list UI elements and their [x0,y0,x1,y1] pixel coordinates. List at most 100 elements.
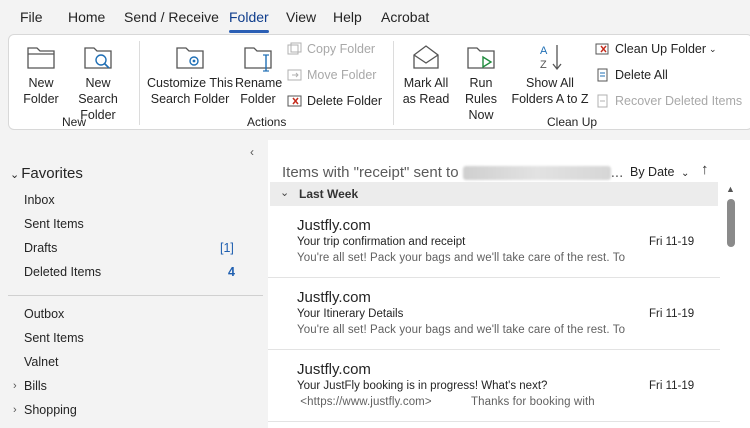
rename-folder-button[interactable]: Rename Folder [235,41,283,107]
group-header-last-week[interactable]: ⌄ Last Week [270,182,718,206]
new-folder-button[interactable]: New Folder [19,41,63,107]
delete-all-button[interactable]: Delete All [595,66,668,84]
rename-label-1: Rename [235,76,283,90]
ribbon-separator [393,41,394,125]
menu-acrobat[interactable]: Acrobat [381,9,429,25]
nav-item-bills[interactable]: Bills [24,379,47,393]
nav-item-outbox[interactable]: Outbox [24,307,64,321]
header-prefix: Items with "receipt" sent to [282,164,459,181]
group-label: Last Week [299,187,359,201]
redacted-email [462,166,611,181]
scroll-thumb[interactable] [727,199,735,247]
nav-item-shopping[interactable]: Shopping [24,403,77,417]
favorites-header[interactable]: ⌄ Favorites [10,165,83,182]
new-folder-label-1: New [28,76,54,90]
message-subject: Your Itinerary Details [297,308,404,320]
clean-up-folder-label: Clean Up Folder [615,42,707,56]
message-preview: You're all set! Pack your bags and we'll… [297,252,626,264]
message-date: Fri 11-19 [649,308,695,320]
chevron-right-icon[interactable]: › [13,404,17,416]
group-label-actions: Actions [247,115,287,129]
menu-file[interactable]: File [20,9,43,25]
nav-item-inbox[interactable]: Inbox [24,193,55,207]
open-envelope-icon [413,45,439,69]
nav-divider [8,295,263,296]
mark-all-label-2: as Read [402,92,450,106]
message-item[interactable]: Justfly.com Your trip confirmation and r… [268,206,720,278]
menu-folder[interactable]: Folder [229,9,269,25]
chevron-right-icon[interactable]: › [13,380,17,392]
message-sender: Justfly.com [297,361,371,378]
nav-item-drafts[interactable]: Drafts [24,241,57,255]
rename-label-2: Folder [240,92,276,106]
message-subject: Your JustFly booking is in progress! Wha… [297,380,548,392]
folder-gear-icon [176,47,204,69]
menu-home[interactable]: Home [68,9,105,25]
message-item[interactable]: Justfly.com Your JustFly booking is in p… [268,350,720,422]
message-list: Items with "receipt" sent to ... By Date… [268,140,750,428]
move-folder-icon [287,69,302,81]
sort-az-icon: AZ [540,45,562,71]
chevron-down-icon: ⌄ [680,168,690,179]
copy-folder-icon [287,42,302,55]
run-rules-label-1: Run Rules [465,76,497,106]
row-divider [268,421,720,422]
svg-text:Z: Z [540,59,547,71]
chevron-down-icon: ⌄ [280,187,290,199]
delete-folder-icon [287,95,302,107]
message-sender: Justfly.com [297,289,371,306]
mark-all-label-1: Mark All [403,76,449,90]
menu-help[interactable]: Help [333,9,362,25]
sort-dropdown[interactable]: By Date ⌄ [630,165,689,179]
message-date: Fri 11-19 [649,380,695,392]
folder-pane: ‹ ⌄ Favorites Inbox Sent Items Drafts [1]… [0,140,267,428]
customize-label-2: Search Folder [150,92,230,106]
delete-folder-button[interactable]: Delete Folder [287,92,382,110]
run-rules-icon [467,47,495,69]
message-preview: <https://www.justfly.com> Thanks for boo… [297,396,595,408]
sort-direction-icon[interactable]: ↑ [701,161,709,178]
sort-label: By Date [630,165,675,179]
group-label-clean-up: Clean Up [547,115,598,129]
message-date: Fri 11-19 [649,236,695,248]
favorites-label: Favorites [21,165,83,182]
scroll-up-icon[interactable]: ▲ [726,184,735,194]
rename-folder-icon [244,47,272,72]
menu-send-receive[interactable]: Send / Receive [124,9,219,25]
menu-view[interactable]: View [286,9,316,25]
nav-item-deleted-items[interactable]: Deleted Items [24,265,101,279]
run-rules-now-button[interactable]: Run Rules Now [453,41,509,123]
message-preview: You're all set! Pack your bags and we'll… [297,324,626,336]
menu-bar: File Home Send / Receive Folder View Hel… [0,0,750,34]
collapse-pane-icon[interactable]: ‹ [250,145,254,159]
customize-label-1: Customize This [147,76,233,90]
message-list-scrollbar[interactable]: ▲ [726,184,736,428]
chevron-down-icon: ⌄ [709,43,717,54]
customize-search-folder-button[interactable]: Customize This Search Folder [147,41,233,107]
ribbon-separator [139,41,140,125]
message-item[interactable]: Justfly.com Your Itinerary Details Fri 1… [268,278,720,350]
group-label-new: New [62,115,87,129]
svg-text:A: A [540,45,548,57]
mark-all-read-button[interactable]: Mark All as Read [401,41,451,107]
move-folder-button[interactable]: Move Folder [287,66,376,84]
nav-item-valnet[interactable]: Valnet [24,355,59,369]
copy-folder-button[interactable]: Copy Folder [287,40,375,58]
header-suffix: ... [610,164,624,181]
delete-all-icon [597,68,608,82]
new-search-folder-button[interactable]: New Search Folder [65,41,131,123]
message-sender: Justfly.com [297,217,371,234]
clean-up-folder-button[interactable]: Clean Up Folder ⌄ [595,40,717,58]
nav-item-sent-items-2[interactable]: Sent Items [24,331,84,345]
ribbon: New Folder New Search Folder New Customi… [8,34,750,130]
new-search-folder-label-1: New Search [78,76,118,106]
chevron-down-icon: ⌄ [10,169,20,181]
move-folder-label: Move Folder [307,68,377,82]
show-all-folders-button[interactable]: AZ Show All Folders A to Z [511,41,589,107]
nav-item-sent-items[interactable]: Sent Items [24,217,84,231]
folder-icon [27,47,55,69]
delete-all-label: Delete All [615,68,668,82]
delete-folder-label: Delete Folder [307,94,383,108]
drafts-count: [1] [220,241,234,255]
recover-deleted-items-button[interactable]: Recover Deleted Items [595,92,742,110]
